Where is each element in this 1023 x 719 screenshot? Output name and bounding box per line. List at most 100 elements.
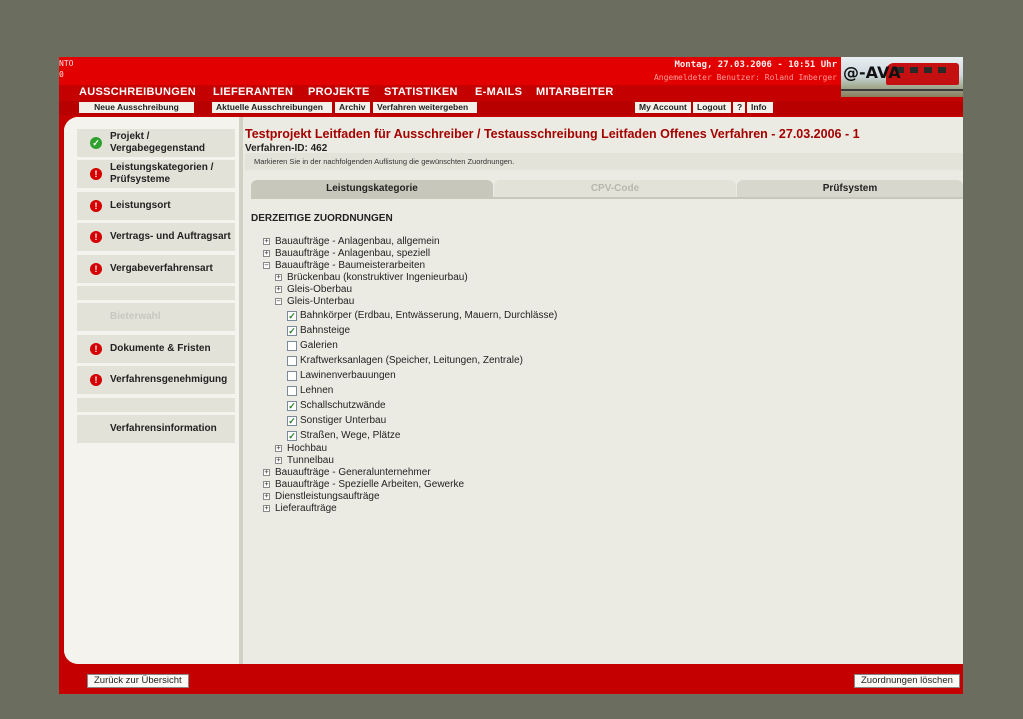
tree-node: + Lieferaufträge [263,503,337,515]
section-heading: DERZEITIGE ZUORDNUNGEN [251,213,393,224]
instruction-bar: Markieren Sie in der nachfolgenden Aufli… [245,153,963,170]
tab-underline [251,197,963,199]
logged-in-user: Angemeldeter Benutzer: Roland Imberger [653,73,837,82]
nav-lieferanten[interactable]: LIEFERANTEN [213,86,293,98]
rails [841,89,963,91]
current-date: Montag, 27.03.2006 - 10:51 Uhr [674,60,837,70]
nav-ausschreibungen[interactable]: AUSSCHREIBUNGEN [79,86,196,98]
info-button[interactable]: Info [747,102,773,113]
neue-ausschreibung-button[interactable]: Neue Ausschreibung [79,102,194,113]
clear-assignments-button[interactable]: Zuordnungen löschen [854,674,960,688]
checkbox-checked[interactable]: ✓ [287,401,297,411]
sidebar-item-verfahrensinformation[interactable]: Verfahrensinformation [77,415,235,443]
tree-checkbox-item: ✓ Schallschutzwände [287,400,386,412]
tree-checkbox-item: ✓ Straßen, Wege, Plätze [287,430,400,442]
tree-node: + Bauaufträge - Generalunternehmer [263,467,431,479]
tree-node-label: Gleis-Unterbau [287,296,355,307]
tree-checkbox-item: Kraftwerksanlagen (Speicher, Leitungen, … [287,355,523,367]
tab-pruefsystem[interactable]: Prüfsystem [737,180,963,197]
sidebar-item-vertragsart[interactable]: ! Vertrags- und Auftragsart [77,223,235,251]
expand-icon[interactable]: + [263,250,270,257]
checkbox-checked[interactable]: ✓ [287,311,297,321]
checkbox-unchecked[interactable] [287,371,297,381]
tree-node-label: Straßen, Wege, Plätze [300,430,401,441]
tree-node: + Bauaufträge - Anlagenbau, speziell [263,248,430,260]
tree-node: + Bauaufträge - Anlagenbau, allgemein [263,236,440,248]
aktuelle-ausschreibungen-button[interactable]: Aktuelle Ausschreibungen [212,102,332,113]
tree-checkbox-item: ✓ Bahnkörper (Erdbau, Entwässerung, Mauer… [287,310,557,322]
footer-bar: Zurück zur Übersicht Zuordnungen löschen [59,664,963,694]
top-bar: NTO 0 Montag, 27.03.2006 - 10:51 Uhr Ang… [59,57,963,85]
sidebar-divider [239,117,243,664]
tree-node-label: Kraftwerksanlagen (Speicher, Leitungen, … [300,355,523,366]
checkbox-checked[interactable]: ✓ [287,416,297,426]
tree-node-label: Dienstleistungsaufträge [275,491,380,502]
sidebar-item-label: Verfahrensinformation [110,423,217,434]
checkbox-unchecked[interactable] [287,341,297,351]
nav-emails[interactable]: E-MAILS [475,86,522,98]
tree-node: + Gleis-Oberbau [275,284,352,296]
checkbox-unchecked[interactable] [287,386,297,396]
corner-text-2: 0 [59,70,64,79]
back-to-overview-button[interactable]: Zurück zur Übersicht [87,674,189,688]
sidebar-item-label: Leistungskategorien / Prüfsysteme [110,162,214,185]
nav-mitarbeiter[interactable]: MITARBEITER [536,86,614,98]
tree-node-label: Bauaufträge - Baumeisterarbeiten [275,260,426,271]
tab-leistungskategorie[interactable]: Leistungskategorie [251,180,493,197]
tree-checkbox-item: Galerien [287,340,338,352]
verfahren-weitergeben-button[interactable]: Verfahren weitergeben [373,102,477,113]
sidebar-item-leistungsort[interactable]: ! Leistungsort [77,192,235,220]
checkbox-checked[interactable]: ✓ [287,431,297,441]
nav-statistiken[interactable]: STATISTIKEN [384,86,458,98]
sub-nav: Neue Ausschreibung Aktuelle Ausschreibun… [59,101,963,115]
collapse-icon[interactable]: − [275,298,282,305]
tree-node-label: Bahnkörper (Erdbau, Entwässerung, Mauern… [300,310,558,321]
content-area: ✓ Projekt / Vergabegegenstand ! Leistung… [64,117,963,664]
checkbox-checked[interactable]: ✓ [287,326,297,336]
expand-icon[interactable]: + [263,481,270,488]
expand-icon[interactable]: + [263,238,270,245]
tree-node-label: Schallschutzwände [300,400,386,411]
tree-node-label: Bauaufträge - Spezielle Arbeiten, Gewerk… [275,479,464,490]
tree-checkbox-item: Lawinenverbauungen [287,370,396,382]
corner-text-1: NTO [59,59,74,68]
error-icon: ! [90,200,102,212]
check-icon: ✓ [90,137,102,149]
tree-node: − Bauaufträge - Baumeisterarbeiten [263,260,425,272]
error-icon: ! [90,231,102,243]
sidebar-item-leistungskategorien[interactable]: ! Leistungskategorien / Prüfsysteme [77,160,235,188]
sidebar-item-label: Leistungsort [110,200,171,211]
error-icon: ! [90,168,102,180]
logo-text: @-AVA [843,63,901,82]
sidebar-item-vergabeverfahrensart[interactable]: ! Vergabeverfahrensart [77,255,235,283]
sidebar: ✓ Projekt / Vergabegegenstand ! Leistung… [64,117,242,664]
tree-node-label: Brückenbau (konstruktiver Ingenieurbau) [287,272,468,283]
main-panel: Testprojekt Leitfaden für Ausschreiber /… [245,117,963,664]
tree-checkbox-item: ✓ Sonstiger Unterbau [287,415,386,427]
expand-icon[interactable]: + [275,457,282,464]
tree-node: + Bauaufträge - Spezielle Arbeiten, Gewer… [263,479,464,491]
sidebar-item-projekt[interactable]: ✓ Projekt / Vergabegegenstand [77,129,235,157]
sidebar-item-dokumente[interactable]: ! Dokumente & Fristen [77,335,235,363]
expand-icon[interactable]: + [263,505,270,512]
sidebar-item-verfahrensgenehmigung[interactable]: ! Verfahrensgenehmigung [77,366,235,394]
expand-icon[interactable]: + [263,469,270,476]
tree-node-label: Lawinenverbauungen [300,370,396,381]
logout-button[interactable]: Logout [693,102,731,113]
archiv-button[interactable]: Archiv [335,102,370,113]
expand-icon[interactable]: + [275,274,282,281]
sidebar-item-bieterwahl: Bieterwahl [77,303,235,331]
sidebar-item-label: Projekt / Vergabegegenstand [110,131,206,154]
expand-icon[interactable]: + [275,286,282,293]
help-button[interactable]: ? [733,102,745,113]
nav-projekte[interactable]: PROJEKTE [308,86,370,98]
my-account-button[interactable]: My Account [635,102,691,113]
tree-node: + Hochbau [275,443,327,455]
expand-icon[interactable]: + [275,445,282,452]
checkbox-unchecked[interactable] [287,356,297,366]
tab-cpv-code: CPV-Code [494,180,736,197]
sidebar-item-label: Vergabeverfahrensart [110,263,213,274]
expand-icon[interactable]: + [263,493,270,500]
page-title: Testprojekt Leitfaden für Ausschreiber /… [245,127,860,141]
collapse-icon[interactable]: − [263,262,270,269]
